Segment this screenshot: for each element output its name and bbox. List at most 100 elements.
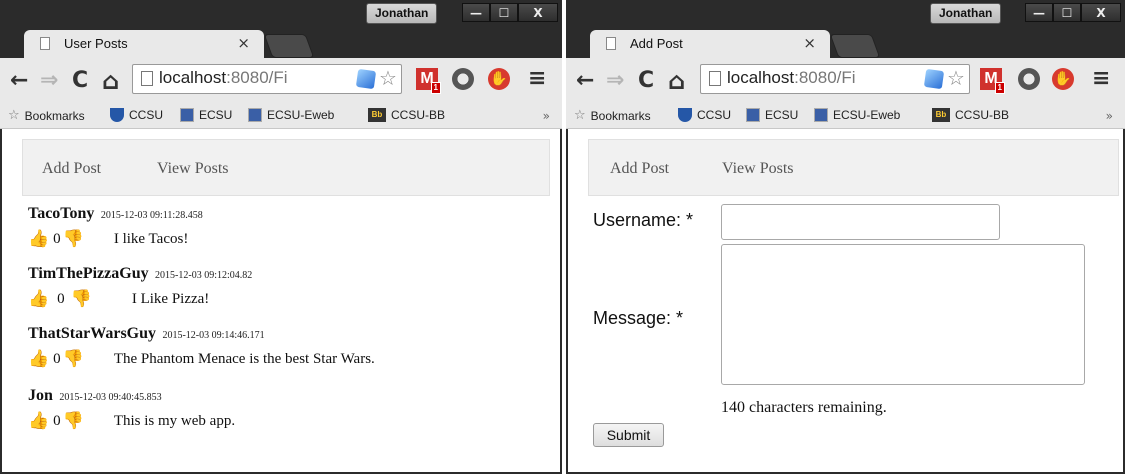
like-count: 0	[53, 230, 61, 247]
thumbs-down-icon[interactable]: 👎	[71, 289, 92, 309]
page-icon	[709, 71, 721, 86]
browser-window-user-posts: Jonathan — ☐ X User Posts × ← ⇒ C ⌂ loca…	[0, 0, 562, 474]
bookmark-ccsu-bb[interactable]: Bb CCSU-BB	[932, 108, 1009, 122]
profile-name-button[interactable]: Jonathan	[366, 3, 438, 24]
window-controls: — ☐ X	[1025, 3, 1121, 22]
thumbs-up-icon[interactable]: 👍	[28, 229, 49, 249]
new-tab-button[interactable]	[829, 34, 881, 58]
like-count: 0	[53, 350, 61, 367]
message-textarea[interactable]	[721, 244, 1085, 385]
post-username: TacoTony	[28, 205, 95, 222]
bookmark-ccsu[interactable]: CCSU	[110, 108, 163, 122]
profile-name-button[interactable]: Jonathan	[930, 3, 1002, 24]
bookmark-ecsu[interactable]: ECSU	[180, 108, 232, 122]
bookmark-ecsu[interactable]: ECSU	[746, 108, 798, 122]
post-username: TimThePizzaGuy	[28, 265, 149, 282]
bookmarks-overflow-icon[interactable]: »	[1106, 109, 1113, 123]
post-item: ThatStarWarsGuy 2015-12-03 09:14:46.171 …	[28, 325, 550, 369]
bookmarks-folder[interactable]: ☆ Bookmarks	[574, 108, 651, 123]
post-body: 👍 0 👎 I Like Pizza!	[28, 289, 209, 309]
close-tab-icon[interactable]: ×	[237, 34, 250, 52]
page-icon	[40, 37, 50, 50]
bookmarks-overflow-icon[interactable]: »	[543, 109, 550, 123]
tab-user-posts[interactable]: User Posts ×	[24, 30, 264, 58]
post-username: ThatStarWarsGuy	[28, 325, 157, 342]
home-icon[interactable]: ⌂	[668, 66, 685, 96]
thumbs-down-icon[interactable]: 👎	[63, 411, 84, 431]
minimize-button[interactable]: —	[462, 3, 490, 22]
title-bar[interactable]: Jonathan — ☐ X	[0, 0, 562, 26]
bookmarks-bar: ☆ Bookmarks CCSU ECSU ECSU-Eweb Bb CCSU-BB…	[566, 104, 1125, 129]
bookmarks-bar: ☆ Bookmarks CCSU ECSU ECSU-Eweb Bb CCSU-BB…	[0, 104, 562, 129]
new-tab-button[interactable]	[263, 34, 315, 58]
ccsu-icon	[678, 108, 692, 122]
post-message: This is my web app.	[113, 412, 236, 429]
post-username: Jon	[28, 387, 53, 404]
stop-extension-icon[interactable]: ✋	[488, 68, 510, 90]
thumbs-down-icon[interactable]: 👎	[63, 229, 84, 249]
blackboard-icon: Bb	[932, 108, 950, 122]
forward-icon[interactable]: ⇒	[606, 66, 624, 96]
message-label: Message: *	[593, 308, 684, 328]
back-icon[interactable]: ←	[10, 66, 28, 96]
back-icon[interactable]: ←	[576, 66, 594, 96]
bookmarks-folder[interactable]: ☆ Bookmarks	[8, 108, 85, 123]
post-item: TimThePizzaGuy 2015-12-03 09:12:04.82 👍 …	[28, 265, 550, 309]
menu-icon[interactable]: ≡	[1092, 66, 1110, 91]
submit-button[interactable]: Submit	[593, 423, 664, 447]
forward-icon[interactable]: ⇒	[40, 66, 58, 96]
reload-icon[interactable]: C	[72, 66, 88, 96]
toolbar: ← ⇒ C ⌂ localhost:8080/Fi ☆ M1 ✋ ≡	[0, 58, 562, 104]
post-timestamp: 2015-12-03 09:14:46.171	[162, 330, 265, 341]
thumbs-down-icon[interactable]: 👎	[63, 349, 84, 369]
ring-extension-icon[interactable]	[1018, 68, 1040, 90]
tab-add-post[interactable]: Add Post ×	[590, 30, 830, 58]
thumbs-up-icon[interactable]: 👍	[28, 289, 49, 309]
extension-cube-icon[interactable]	[355, 68, 377, 90]
nav-add-post[interactable]: Add Post	[42, 160, 101, 178]
address-bar[interactable]: localhost:8080/Fi ☆	[132, 64, 402, 94]
gmail-extension-icon[interactable]: M1	[980, 68, 1005, 94]
menu-icon[interactable]: ≡	[528, 66, 546, 91]
like-count: 0	[53, 412, 61, 429]
bookmark-star-icon[interactable]: ☆	[379, 66, 397, 90]
ecsu-icon	[180, 108, 194, 122]
home-icon[interactable]: ⌂	[102, 66, 119, 96]
post-message: I like Tacos!	[113, 230, 189, 247]
post-body: 👍 0 👎 I like Tacos!	[28, 229, 188, 249]
nav-view-posts[interactable]: View Posts	[157, 160, 229, 178]
star-icon: ☆	[574, 108, 586, 123]
star-icon: ☆	[8, 108, 20, 123]
stop-extension-icon[interactable]: ✋	[1052, 68, 1074, 90]
close-window-button[interactable]: X	[1081, 3, 1121, 22]
page-icon	[606, 37, 616, 50]
nav-add-post[interactable]: Add Post	[610, 160, 669, 178]
post-body: 👍 0 👎 This is my web app.	[28, 411, 235, 431]
maximize-button[interactable]: ☐	[490, 3, 518, 22]
site-navbar: Add Post View Posts	[22, 139, 550, 196]
ring-extension-icon[interactable]	[452, 68, 474, 90]
extension-cube-icon[interactable]	[923, 68, 945, 90]
bookmark-ecsu-eweb[interactable]: ECSU-Eweb	[248, 108, 334, 122]
site-navbar: Add Post View Posts	[588, 139, 1119, 196]
thumbs-up-icon[interactable]: 👍	[28, 349, 49, 369]
post-body: 👍 0 👎 The Phantom Menace is the best Sta…	[28, 349, 375, 369]
username-input[interactable]	[721, 204, 1000, 240]
ecsu-eweb-icon	[814, 108, 828, 122]
minimize-button[interactable]: —	[1025, 3, 1053, 22]
gmail-extension-icon[interactable]: M1	[416, 68, 441, 94]
nav-view-posts[interactable]: View Posts	[722, 160, 794, 178]
bookmark-ccsu-bb[interactable]: Bb CCSU-BB	[368, 108, 445, 122]
title-bar[interactable]: Jonathan — ☐ X	[566, 0, 1125, 26]
maximize-button[interactable]: ☐	[1053, 3, 1081, 22]
username-label: Username: *	[593, 210, 694, 230]
bookmark-ccsu[interactable]: CCSU	[678, 108, 731, 122]
close-tab-icon[interactable]: ×	[803, 34, 816, 52]
bookmark-ecsu-eweb[interactable]: ECSU-Eweb	[814, 108, 900, 122]
page-content: Add Post View Posts Username: * Message:…	[568, 129, 1123, 472]
bookmark-star-icon[interactable]: ☆	[947, 66, 965, 90]
address-bar[interactable]: localhost:8080/Fi ☆	[700, 64, 970, 94]
thumbs-up-icon[interactable]: 👍	[28, 411, 49, 431]
reload-icon[interactable]: C	[638, 66, 654, 96]
close-window-button[interactable]: X	[518, 3, 558, 22]
